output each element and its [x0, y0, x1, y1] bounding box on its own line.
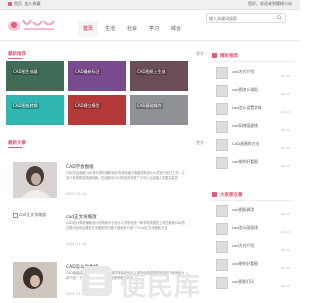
top-bar-left: 首页 加入收藏 [8, 1, 41, 7]
sidebar-recommend-header: 精彩推荐 [210, 51, 294, 62]
sidebar-item-label[interactable]: cad图纸打印 [232, 279, 254, 285]
search-input[interactable] [209, 14, 269, 22]
featured-tile[interactable]: CAD建立模型 [68, 95, 126, 125]
site-logo[interactable] [6, 14, 58, 36]
featured-tile-label: CAD图纸转换 [12, 103, 39, 109]
article-item[interactable]: CAD学会图纸 CAD学会图纸CAD是计算机辅助设计的简称通过电脑帮助设计人员进… [6, 162, 188, 202]
sidebar-list-item[interactable]: cad如何画虚线 07-14 [210, 118, 294, 136]
sidebar-item-date: 07-14 [281, 212, 290, 216]
sidebar-item-label[interactable]: cad怎么设置字体 [232, 105, 262, 111]
sidebar-list-item[interactable]: cad怎么画弧线 07-14 [210, 220, 294, 238]
sidebar-list-item[interactable]: cad方式介绍 07-14 [210, 238, 294, 256]
sidebar-item-date: 07-14 [281, 164, 290, 168]
home-icon [8, 2, 12, 6]
featured-title: 最新推荐 [8, 52, 26, 57]
sidebar-item-thumbnail [216, 205, 228, 217]
sidebar-item-label[interactable]: cad制作好看图 [232, 261, 258, 267]
featured-tile[interactable]: CAD图生成器 [6, 61, 64, 91]
featured-tile-label: CAD基础操作 [136, 103, 163, 109]
sidebar-list-item[interactable]: cad图纸调用 07-14 [210, 202, 294, 220]
sidebar-item-date: 07-14 [281, 74, 290, 78]
sidebar-item-label[interactable]: cad图怎么调用 [232, 87, 258, 93]
section-marker-icon [212, 53, 217, 58]
nav-item-society[interactable]: 社会 [122, 21, 142, 37]
sidebar-item-date: 07-14 [281, 146, 290, 150]
article-date: 2021-11-14 [66, 242, 87, 246]
sidebar-item-thumbnail [216, 85, 228, 97]
featured-tile-label: CAD图生成器 [12, 69, 39, 75]
sidebar-item-thumbnail [216, 103, 228, 115]
sidebar-item-label[interactable]: cad如何画虚线 [232, 123, 258, 129]
nav-item-home[interactable]: 首页 [78, 21, 98, 37]
article-thumbnail-broken[interactable]: cad正文块缩放 [13, 212, 46, 218]
featured-tile[interactable]: CAD图纸转换 [6, 95, 64, 125]
articles-more-link[interactable]: 更多 › [196, 140, 207, 146]
sidebar-list-item[interactable]: cad怎么设置字体 07-14 [210, 100, 294, 118]
articles-title: 最新文章 [8, 141, 26, 146]
sidebar-item-date: 07-14 [281, 92, 290, 96]
watermark: 便民库 [80, 262, 225, 302]
featured-tile-label: CAD图纸上生成 [136, 69, 167, 75]
featured-tile-label: CAD最新标注 [74, 69, 101, 75]
nav-item-life[interactable]: 生活 [100, 21, 120, 37]
sidebar-item-date: 07-14 [281, 284, 290, 288]
broken-image-icon [13, 212, 18, 218]
top-bar: 首页 加入收藏 您好，欢迎来到樱桃小站 [0, 0, 300, 10]
sidebar-item-date: 07-14 [281, 230, 290, 234]
sidebar-item-label[interactable]: CAD画图的方法 [232, 141, 259, 147]
featured-tile[interactable]: CAD图纸上生成 [130, 61, 188, 91]
sidebar-item-thumbnail [216, 121, 228, 133]
sidebar-item-thumbnail [216, 223, 228, 235]
article-thumbnail[interactable] [13, 162, 57, 198]
article-title[interactable]: CAD学会图纸 [66, 164, 94, 170]
featured-tile[interactable]: CAD基础操作 [130, 95, 188, 125]
article-title[interactable]: cad正文块缩放 [66, 214, 97, 220]
article-date: 2021-11-14 [66, 192, 87, 196]
search-icon[interactable] [277, 15, 282, 20]
featured-tile-label: CAD建立模型 [74, 103, 101, 109]
sidebar-hot-title: 大家都在看 [220, 193, 243, 198]
sidebar-list-item[interactable]: cad方式介绍 07-14 [210, 64, 294, 82]
sidebar-item-thumbnail [216, 139, 228, 151]
sidebar-item-label[interactable]: cad图纸调用 [232, 207, 254, 213]
sidebar-item-date: 07-14 [281, 128, 290, 132]
sidebar-recommend: 精彩推荐 cad方式介绍 07-14 cad图怎么调用 07-14 cad怎么设置字… [210, 51, 294, 173]
article-desc: CAD是计算机辅助设计的简称对于设计人员来说是一种非常重要的工具在使用CAD的过… [66, 221, 185, 230]
nav-item-misc[interactable]: 综合 [166, 21, 186, 37]
sidebar-item-label[interactable]: cad方式介绍 [232, 69, 254, 75]
article-thumbnail[interactable] [13, 262, 57, 298]
nav-item-study[interactable]: 学习 [144, 21, 164, 37]
watermark-text: 便民库 [120, 272, 202, 302]
sidebar-item-label[interactable]: cad方式介绍 [232, 243, 254, 249]
watermark-logo-icon [81, 265, 113, 297]
welcome-text: 您好，欢迎来到樱桃小站 [248, 1, 292, 6]
sidebar-item-date: 07-14 [281, 110, 290, 114]
top-home-link[interactable]: 首页 [14, 1, 22, 6]
sidebar-item-date: 07-14 [281, 266, 290, 270]
featured-tile[interactable]: CAD最新标注 [68, 61, 126, 91]
sidebar-list-item[interactable]: CAD画图的方法 07-14 [210, 136, 294, 154]
sidebar-list-item[interactable]: cad制作好看图 07-14 [210, 154, 294, 172]
sidebar-item-label[interactable]: cad制作好看图 [232, 159, 258, 165]
featured-more-link[interactable]: 更多 › [196, 51, 207, 57]
site-header: 首页 生活 社会 学习 综合 [0, 10, 300, 41]
article-thumbnail-alt: cad正文块缩放 [19, 212, 47, 217]
article-item[interactable]: cad正文块缩放 cad正文块缩放 CAD是计算机辅助设计的简称对于设计人员来说… [6, 212, 188, 252]
sidebar-item-date: 07-14 [281, 248, 290, 252]
search-box [206, 13, 286, 23]
sidebar-hot-header: 大家都在看 [210, 190, 294, 201]
sidebar-list-item[interactable]: cad图怎么调用 07-14 [210, 82, 294, 100]
article-desc: CAD学会图纸CAD是计算机辅助设计的简称通过电脑帮助设计人员进行设计工作，让设… [66, 171, 185, 180]
sidebar-item-thumbnail [216, 241, 228, 253]
sidebar-item-thumbnail [216, 157, 228, 169]
top-collect-link[interactable]: 加入收藏 [25, 1, 41, 6]
sidebar-item-thumbnail [216, 67, 228, 79]
sidebar-recommend-title: 精彩推荐 [220, 54, 238, 59]
sidebar-item-label[interactable]: cad怎么画弧线 [232, 225, 258, 231]
section-marker-icon [212, 192, 217, 197]
